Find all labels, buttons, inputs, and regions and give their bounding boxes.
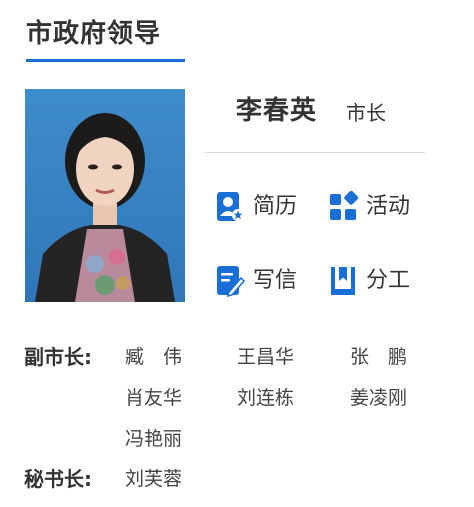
title-underline	[26, 59, 185, 62]
vice-mayor-link[interactable]: 刘连栋	[237, 383, 294, 413]
section-title: 市政府领导	[26, 19, 162, 49]
secretary-general-label: 秘书长:	[24, 467, 92, 491]
resume-label: 简历	[253, 194, 298, 219]
leader-portrait[interactable]	[25, 89, 185, 302]
write-letter-icon	[217, 266, 245, 297]
vice-mayor-link[interactable]: 张 鹏	[350, 342, 407, 372]
portrait-image	[25, 89, 185, 302]
vice-mayor-link[interactable]: 王昌华	[237, 342, 294, 372]
vice-mayor-link[interactable]: 姜凌刚	[350, 383, 407, 413]
division-of-work-icon	[331, 267, 355, 295]
division-of-work-button[interactable]: 分工	[328, 263, 410, 299]
activities-button[interactable]: 活动	[328, 189, 410, 225]
vice-mayors-label: 副市长:	[24, 345, 92, 369]
resume-button[interactable]: 简历	[215, 189, 297, 225]
write-letter-label: 写信	[253, 268, 298, 293]
secretary-general-link[interactable]: 刘芙蓉	[125, 464, 182, 494]
vice-mayor-link[interactable]: 肖友华	[125, 383, 182, 413]
leader-title: 市长	[346, 101, 386, 125]
activities-icon	[330, 191, 358, 220]
vice-mayor-link[interactable]: 冯艳丽	[125, 424, 182, 454]
write-letter-button[interactable]: 写信	[215, 263, 297, 299]
leader-name[interactable]: 李春英	[236, 93, 317, 129]
division-of-work-label: 分工	[366, 268, 411, 293]
activities-label: 活动	[366, 194, 411, 219]
vice-mayor-link[interactable]: 臧 伟	[125, 342, 182, 372]
resume-icon	[217, 192, 244, 221]
divider	[205, 152, 425, 153]
